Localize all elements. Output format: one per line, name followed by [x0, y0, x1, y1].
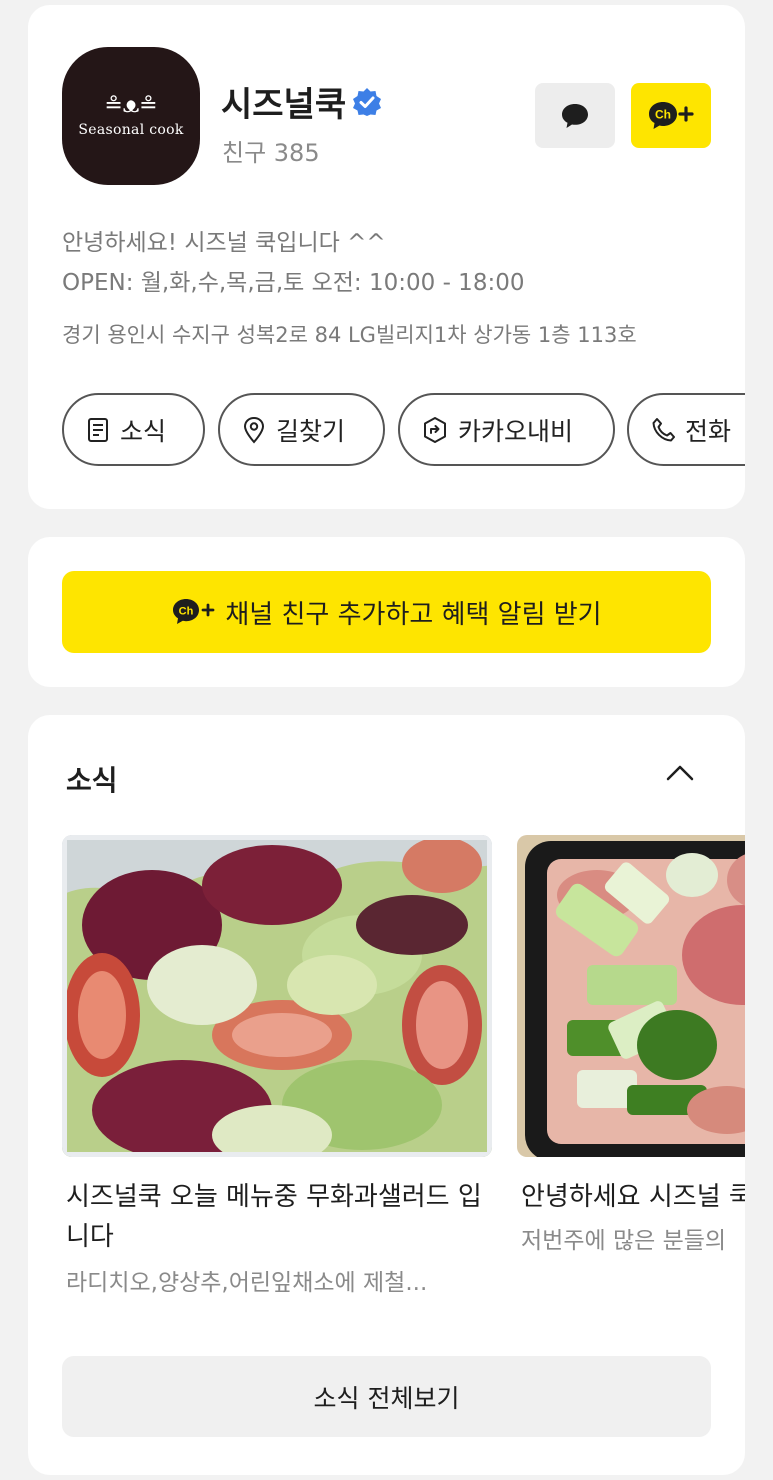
- friend-count: 친구 385: [222, 139, 320, 167]
- call-action-button[interactable]: 전화: [627, 393, 745, 466]
- news-item[interactable]: 시즈널쿡 오늘 메뉴중 무화과샐러드 입니다 라디치오,양상추,어린잎채소에 제…: [62, 835, 492, 1297]
- channel-add-icon: Ch: [649, 101, 694, 129]
- news-section-title: 소식: [66, 764, 118, 797]
- meal-box-image: [517, 835, 745, 1157]
- cta-card: Ch 채널 친구 추가하고 혜택 알림 받기: [28, 537, 745, 687]
- add-friend-benefit-label: 채널 친구 추가하고 혜택 알림 받기: [225, 599, 602, 630]
- kakao-navi-action-button[interactable]: 카카오내비: [398, 393, 615, 466]
- svg-text:Ch: Ch: [655, 107, 671, 121]
- phone-icon: [652, 417, 675, 441]
- map-pin-icon: [243, 416, 265, 443]
- fig-salad-image: [62, 835, 492, 1157]
- channel-add-icon: Ch: [173, 599, 215, 624]
- view-all-news-label: 소식 전체보기: [313, 1383, 460, 1413]
- add-channel-button[interactable]: Ch: [631, 83, 711, 148]
- chat-button[interactable]: [535, 83, 615, 148]
- verified-badge-icon: [353, 87, 382, 116]
- address-text: 경기 용인시 수지구 성복2로 84 LG빌리지1차 상가동 1층 113호: [62, 323, 637, 347]
- channel-name: 시즈널쿡: [221, 85, 347, 125]
- news-item-title: 시즈널쿡 오늘 메뉴중 무화과샐러드 입니다: [66, 1182, 482, 1252]
- news-action-label: 소식: [120, 416, 167, 446]
- directions-action-label: 길찾기: [276, 416, 346, 446]
- directions-action-button[interactable]: 길찾기: [218, 393, 385, 466]
- news-item-subtitle: 저번주에 많은 분들의: [521, 1228, 727, 1254]
- view-all-news-button[interactable]: 소식 전체보기: [62, 1356, 711, 1437]
- news-item-title: 안녕하세요 시즈널 쿡: [521, 1182, 745, 1212]
- news-action-button[interactable]: 소식: [62, 393, 205, 466]
- svg-text:Ch: Ch: [179, 605, 194, 617]
- hours-text: OPEN: 월,화,수,목,금,토 오전: 10:00 - 18:00: [62, 270, 525, 296]
- channel-name-row: 시즈널쿡: [221, 77, 382, 126]
- channel-logo: ≗ᴥ≗ Seasonal cook: [62, 47, 200, 185]
- kakao-navi-action-label: 카카오내비: [458, 416, 574, 446]
- chat-bubble-icon: [562, 103, 588, 128]
- call-action-label: 전화: [685, 416, 732, 446]
- document-icon: [88, 417, 108, 442]
- add-friend-benefit-button[interactable]: Ch 채널 친구 추가하고 혜택 알림 받기: [62, 571, 711, 653]
- logo-mark: ≗ᴥ≗: [104, 93, 158, 118]
- profile-card: ≗ᴥ≗ Seasonal cook 시즈널쿡 친구 385 Ch 안녕하세요! …: [28, 5, 745, 509]
- news-card: 소식 시즈널쿡 오늘 메뉴중 무화과샐러드 입니다 라디치오,양상추,어린잎채소…: [28, 715, 745, 1475]
- logo-text: Seasonal cook: [78, 122, 184, 138]
- chevron-up-icon[interactable]: [664, 759, 696, 787]
- news-item[interactable]: 안녕하세요 시즈널 쿡 저번주에 많은 분들의: [517, 835, 745, 1255]
- navigation-icon: [424, 416, 446, 443]
- news-item-subtitle: 라디치오,양상추,어린잎채소에 제철...: [66, 1270, 428, 1296]
- intro-text: 안녕하세요! 시즈널 쿡입니다 ^^: [62, 230, 386, 256]
